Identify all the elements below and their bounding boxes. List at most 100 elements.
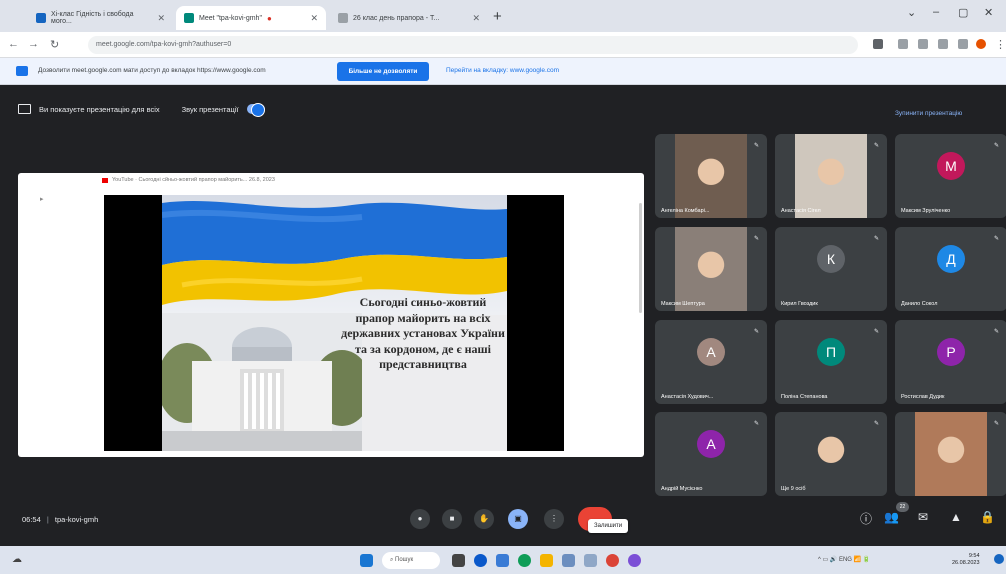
disallow-button[interactable]: Більше не дозволяти: [337, 62, 429, 81]
edge-browser-icon[interactable]: [474, 554, 487, 567]
participant-name: Поліна Степанова: [781, 394, 828, 400]
participant-video: [795, 134, 867, 218]
tab-class[interactable]: Хі-клас Гідність і свобода мого... ✕: [28, 6, 173, 30]
menu-icon[interactable]: ⋮: [995, 38, 1006, 51]
leave-tooltip: Залишити: [588, 519, 629, 533]
store-icon[interactable]: [562, 554, 575, 567]
scrollbar[interactable]: [639, 203, 642, 313]
participant-count-badge: 22: [896, 502, 909, 512]
widgets-icon[interactable]: ☁: [12, 554, 22, 565]
chevron-down-icon[interactable]: ⌄: [907, 6, 916, 19]
youtube-caption-bar: YouTube · Сьогодні сйньо-жовтий прапор м…: [102, 177, 275, 183]
avatar: П: [817, 338, 845, 366]
participant-name: Анастасія Худович...: [661, 394, 714, 400]
participant-tile[interactable]: П ✎ Поліна Степанова: [775, 320, 887, 404]
avatar: А: [697, 430, 725, 458]
file-explorer-icon[interactable]: [540, 554, 553, 567]
presenting-bar: Ви показуєте презентацію для всіх Звук п…: [18, 103, 265, 117]
present-button[interactable]: ▣: [508, 509, 528, 529]
close-icon[interactable]: ✕: [310, 13, 318, 24]
chrome-icon[interactable]: [606, 554, 619, 567]
stop-presenting-button[interactable]: Зупинити презентацію: [895, 110, 962, 117]
camera-button[interactable]: ■: [442, 509, 462, 529]
host-controls-icon[interactable]: 🔒: [980, 510, 995, 524]
tab-label: 26 клас день прапора - Т...: [353, 14, 440, 22]
forward-icon[interactable]: →: [28, 38, 39, 50]
browser-tab-bar: Хі-клас Гідність і свобода мого... ✕ Mee…: [0, 0, 1006, 32]
raise-hand-button[interactable]: ✋: [474, 509, 494, 529]
slide: Сьогодні синьо-жовтий прапор майорить на…: [162, 195, 507, 451]
participant-tile[interactable]: Д ✎ Данило Сокол: [895, 227, 1006, 311]
switch-tab-link[interactable]: Перейти на вкладку: www.google.com: [446, 67, 559, 74]
tab-meet[interactable]: Meet "tpa-kovi-gmh" ● ✕: [176, 6, 326, 30]
avatar[interactable]: [976, 39, 986, 49]
sound-toggle[interactable]: [246, 103, 265, 117]
url-text: meet.google.com/tpa-kovi-gmh?authuser=0: [96, 41, 232, 48]
app-icon-2[interactable]: [584, 554, 597, 567]
present-screen-icon: [18, 104, 31, 114]
taskbar-clock[interactable]: 9:54 26.08.2023: [952, 553, 980, 567]
mic-muted-icon: ✎: [993, 143, 999, 149]
participant-name: Максим Зруліченко: [901, 208, 951, 214]
back-icon[interactable]: ←: [8, 38, 19, 50]
notification-icon[interactable]: [994, 554, 1004, 564]
viber-icon[interactable]: [628, 554, 641, 567]
taskbar-search-text: Пошук: [395, 557, 414, 563]
mic-muted-icon: ✎: [873, 421, 879, 427]
tab-label: Хі-клас Гідність і свобода мого...: [51, 11, 134, 25]
close-icon[interactable]: ✕: [472, 13, 480, 24]
extensions-icon[interactable]: [938, 39, 948, 49]
tab-favicon-icon: [338, 13, 348, 23]
participant-name: Максим Шептура: [661, 301, 705, 307]
participant-tile[interactable]: ✎ Ангеліна Комбарі...: [655, 134, 767, 218]
camera-icon: ■: [449, 514, 455, 523]
participant-tile[interactable]: ✎ Максим Шептура: [655, 227, 767, 311]
participant-tile[interactable]: ✎ Ще 9 осіб: [775, 412, 887, 496]
files-icon[interactable]: [496, 554, 509, 567]
sidebar-icon[interactable]: [958, 39, 968, 49]
youtube-caption: YouTube · Сьогодні сйньо-жовтий прапор м…: [112, 177, 275, 183]
video-player[interactable]: Сьогодні синьо-жовтий прапор майорить на…: [104, 195, 564, 451]
participant-tile[interactable]: М ✎ Максим Зруліченко: [895, 134, 1006, 218]
participant-tile[interactable]: А ✎ Андрій Мусієнко: [655, 412, 767, 496]
slide-text: Сьогодні синьо-жовтий прапор майорить на…: [341, 295, 505, 371]
participant-tile[interactable]: К ✎ Кирил Гвоздик: [775, 227, 887, 311]
app-icon[interactable]: [518, 554, 531, 567]
participant-tile[interactable]: Р ✎ Ростислав Дудик: [895, 320, 1006, 404]
tab-label: Meet "tpa-kovi-gmh": [199, 14, 262, 22]
taskbar-search[interactable]: ⌕ Пошук: [382, 552, 440, 569]
system-tray-icons[interactable]: ^ ▭ 🔊 ENG 📶 🔋: [818, 556, 870, 563]
new-tab-icon[interactable]: +: [493, 8, 502, 25]
clock-time: 06:54: [22, 515, 41, 524]
participant-name: Кирил Гвоздик: [781, 301, 818, 307]
participant-name: Данило Сокол: [901, 301, 938, 307]
bookmark-star-icon[interactable]: [918, 39, 928, 49]
share-icon[interactable]: [898, 39, 908, 49]
participant-video: [915, 412, 987, 496]
windows-taskbar: ☁ ⌕ Пошук ^ ▭ 🔊 ENG 📶 🔋 9:54 26.08.2023: [0, 546, 1006, 574]
recording-dot-icon: ●: [266, 13, 272, 23]
task-view-icon[interactable]: [452, 554, 465, 567]
minimize-icon[interactable]: –: [933, 6, 939, 18]
youtube-logo-icon: [102, 177, 108, 183]
info-icon[interactable]: ⓘ: [860, 510, 872, 527]
close-icon[interactable]: ✕: [157, 13, 165, 24]
participant-tile[interactable]: А ✎ Анастасія Худович...: [655, 320, 767, 404]
participant-tile[interactable]: ✎: [895, 412, 1006, 496]
tab-flag-day[interactable]: 26 клас день прапора - Т... ✕: [330, 6, 488, 30]
close-window-icon[interactable]: ✕: [984, 6, 993, 19]
camera-in-use-icon[interactable]: [873, 39, 883, 49]
participant-tile[interactable]: ✎ Анастасія Сігел: [775, 134, 887, 218]
meeting-info: 06:54 | tpa-kovi-gmh: [22, 515, 99, 524]
windows-start-icon[interactable]: [360, 554, 373, 567]
people-icon[interactable]: 👥: [884, 510, 899, 524]
maximize-icon[interactable]: ▢: [958, 6, 968, 19]
avatar: А: [697, 338, 725, 366]
reload-icon[interactable]: ↻: [50, 38, 59, 51]
mic-button[interactable]: ●: [410, 509, 430, 529]
activities-icon[interactable]: ▲: [950, 510, 962, 524]
url-field[interactable]: meet.google.com/tpa-kovi-gmh?authuser=0: [88, 36, 858, 54]
hand-icon: ✋: [479, 514, 489, 523]
more-options-button[interactable]: ⋮: [544, 509, 564, 529]
chat-icon[interactable]: ✉: [918, 510, 928, 524]
